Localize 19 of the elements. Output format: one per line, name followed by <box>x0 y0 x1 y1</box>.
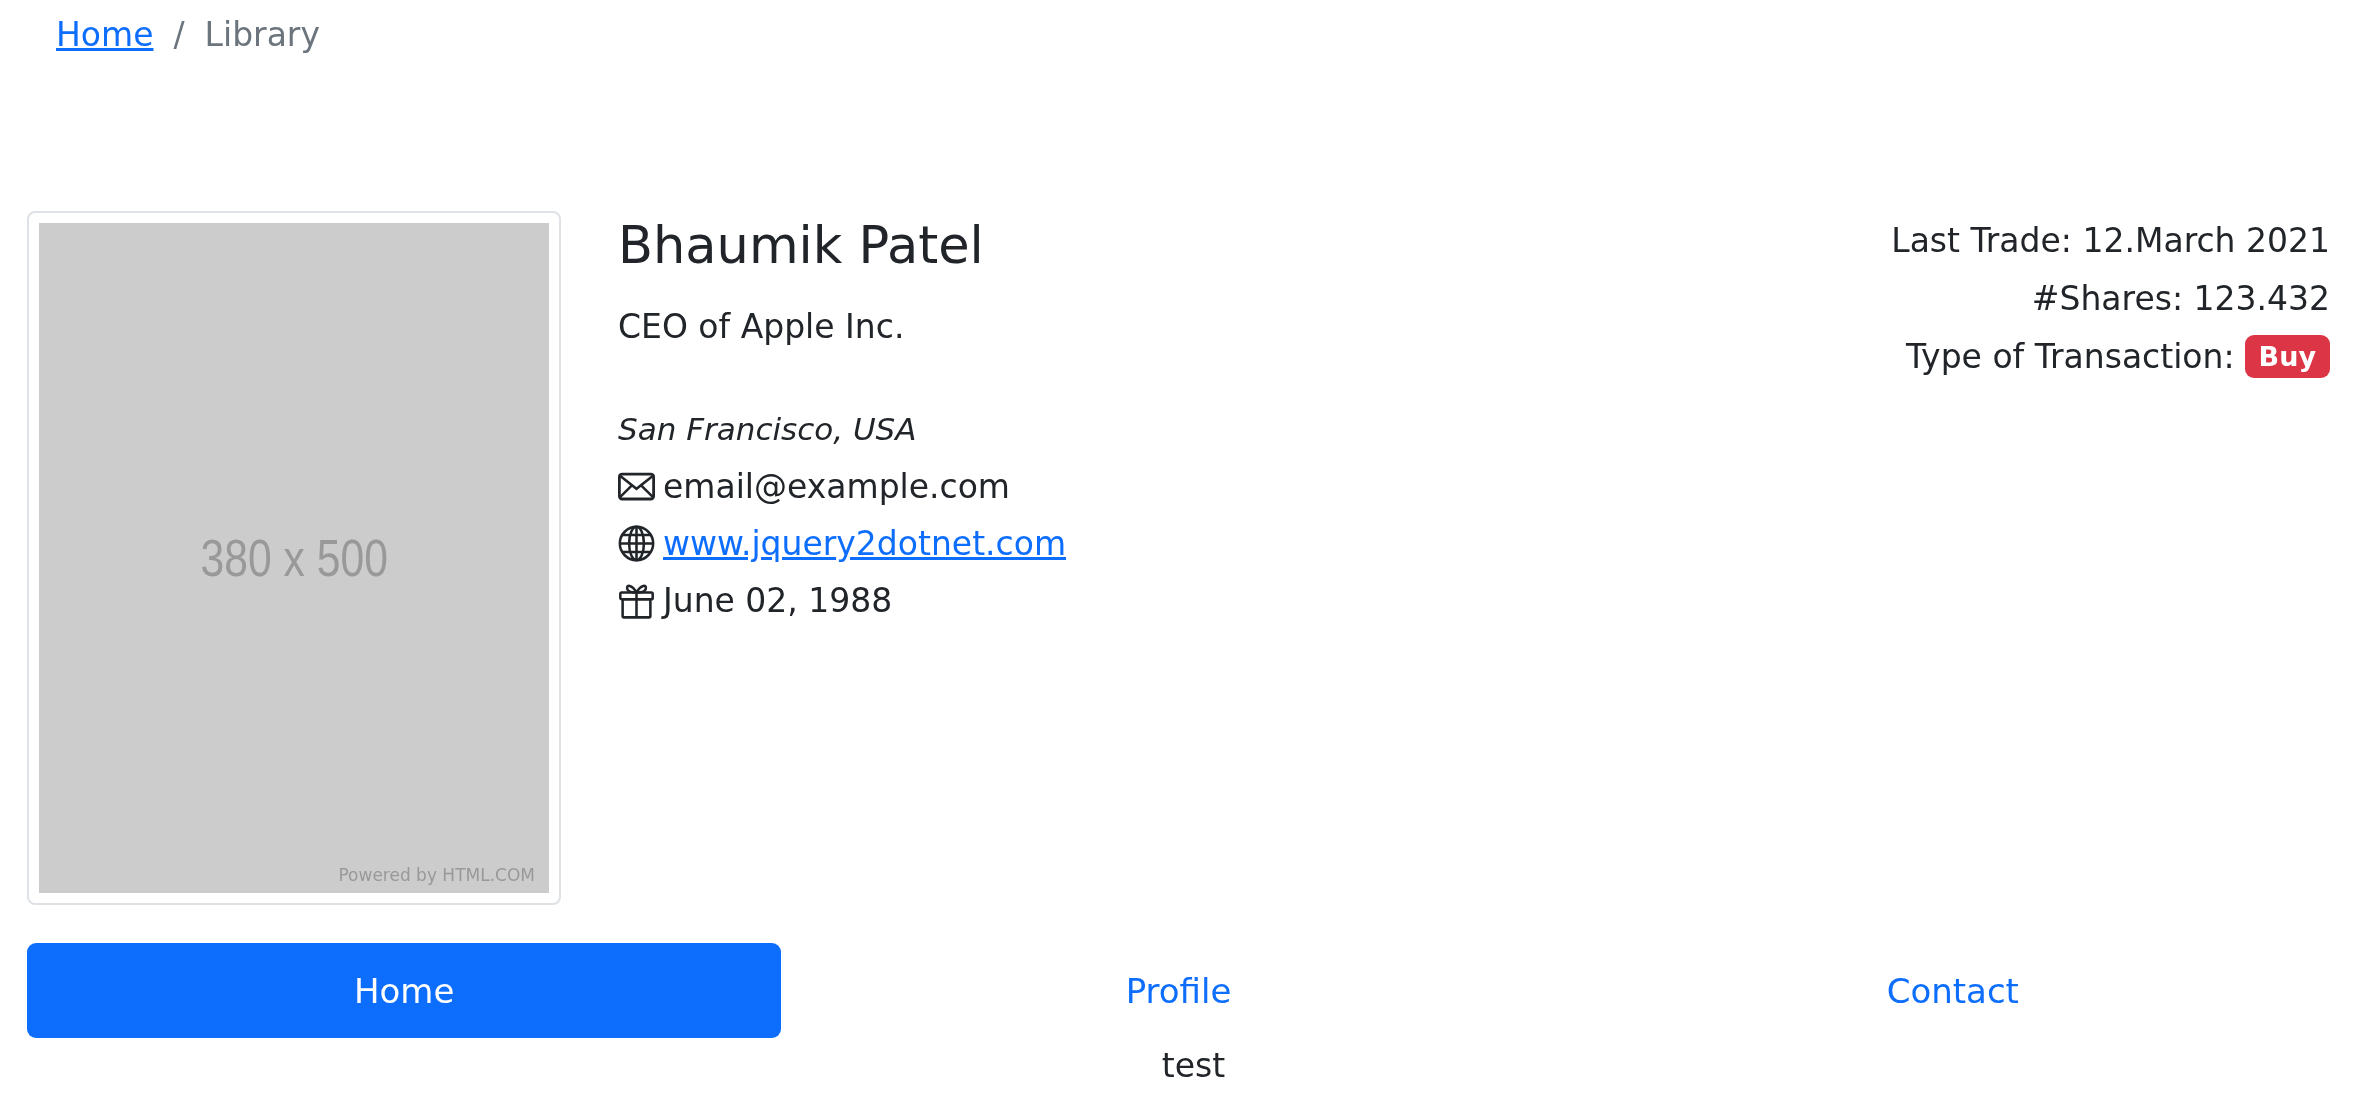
shares-text: #Shares: 123.432 <box>2031 277 2330 320</box>
birthday-text: June 02, 1988 <box>663 581 893 621</box>
job-title: CEO of Apple Inc. <box>618 306 906 349</box>
person-name: Bhaumik Patel <box>618 215 985 277</box>
tab[interactable]: Home <box>27 943 782 1038</box>
breadcrumb-link[interactable]: Home <box>56 14 154 54</box>
tab-content-text: test <box>1161 1046 1226 1085</box>
globe-icon <box>618 525 655 563</box>
website-link[interactable]: www.jquery2dotnet.com <box>663 524 1067 564</box>
breadcrumb-separator: / <box>173 14 185 54</box>
tab[interactable]: Contact <box>1575 943 2330 1038</box>
last-trade-text: Last Trade: 12.March 2021 <box>1891 219 2330 262</box>
breadcrumb-current: Library <box>204 14 320 54</box>
transaction-type-label: Type of Transaction: <box>1906 336 2235 376</box>
tab[interactable]: Profile <box>801 943 1556 1038</box>
email-text: email@example.com <box>663 467 1010 507</box>
transaction-badge: Buy <box>2244 334 2330 378</box>
location: San Francisco, USA <box>618 410 918 450</box>
gift-icon <box>618 582 655 620</box>
